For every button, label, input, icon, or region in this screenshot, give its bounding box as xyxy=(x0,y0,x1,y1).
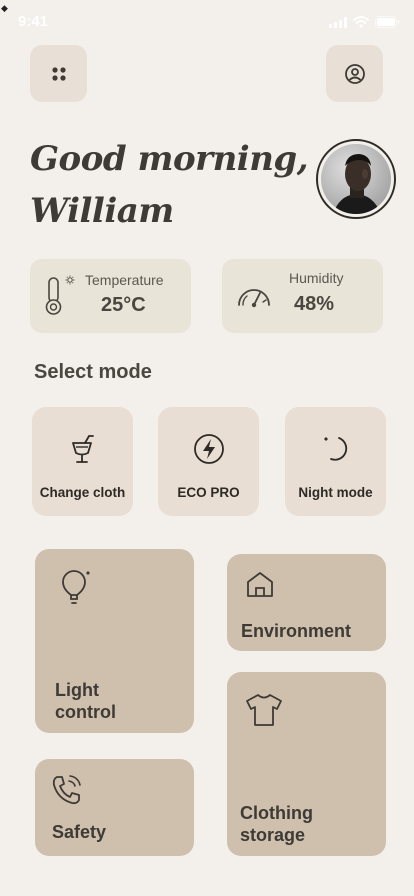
status-icons xyxy=(329,16,400,28)
temperature-card[interactable]: Temperature 25°C xyxy=(30,259,191,333)
moon-icon xyxy=(316,429,356,469)
clothing-storage-label: Clothing storage xyxy=(240,802,313,846)
mode-label-change-cloth: Change cloth xyxy=(39,485,126,500)
environment-label: Environment xyxy=(241,621,352,641)
mode-eco-pro[interactable]: ECO PRO xyxy=(158,407,259,516)
user-circle-icon xyxy=(344,63,365,84)
humidity-card[interactable]: Humidity 48% xyxy=(222,259,383,333)
greeting-line-2: William xyxy=(30,191,174,231)
cocktail-glass-icon xyxy=(63,429,103,469)
status-bar: ◆ 9:41 xyxy=(0,0,414,44)
avatar[interactable] xyxy=(316,139,396,219)
status-time: 9:41 xyxy=(18,13,49,30)
mode-night[interactable]: Night mode xyxy=(285,407,386,516)
thermometer-icon xyxy=(45,275,75,315)
clothing-storage-line-1: Clothing xyxy=(240,803,313,823)
safety-tile[interactable]: Safety xyxy=(35,759,194,856)
person-silhouette-icon xyxy=(333,154,381,214)
avatar-photo xyxy=(321,144,391,214)
clothing-storage-tile[interactable]: Clothing storage xyxy=(227,672,386,856)
mode-change-cloth[interactable]: Change cloth xyxy=(32,407,133,516)
mode-label-eco-pro: ECO PRO xyxy=(177,485,240,500)
signal-icon xyxy=(329,17,347,28)
wifi-icon xyxy=(353,16,369,28)
light-control-line-2: control xyxy=(55,702,116,722)
battery-icon xyxy=(375,16,400,28)
phone-icon xyxy=(52,775,81,805)
lightning-icon xyxy=(189,429,229,469)
home-icon xyxy=(247,572,273,597)
grid-icon xyxy=(51,66,66,81)
menu-button[interactable] xyxy=(30,45,87,102)
environment-tile[interactable]: Environment xyxy=(227,554,386,651)
light-control-tile[interactable]: Light control xyxy=(35,549,194,733)
humidity-label: Humidity xyxy=(289,270,344,286)
safety-label: Safety xyxy=(52,822,107,842)
profile-button[interactable] xyxy=(326,45,383,102)
light-control-label: Light control xyxy=(55,679,116,723)
temperature-value: 25°C xyxy=(101,294,146,316)
diamond-icon: ◆ xyxy=(1,3,8,13)
humidity-value: 48% xyxy=(294,293,335,315)
light-control-line-1: Light xyxy=(55,680,99,700)
mode-label-night: Night mode xyxy=(298,485,373,500)
tshirt-icon xyxy=(246,694,282,726)
clothing-storage-line-2: storage xyxy=(240,825,306,845)
temperature-label: Temperature xyxy=(85,272,164,288)
greeting-title: Good morning, William xyxy=(30,133,309,237)
gauge-icon xyxy=(238,289,270,308)
lightbulb-icon xyxy=(62,570,90,604)
select-mode-title: Select mode xyxy=(34,361,152,383)
greeting-line-1: Good morning, xyxy=(30,139,309,179)
